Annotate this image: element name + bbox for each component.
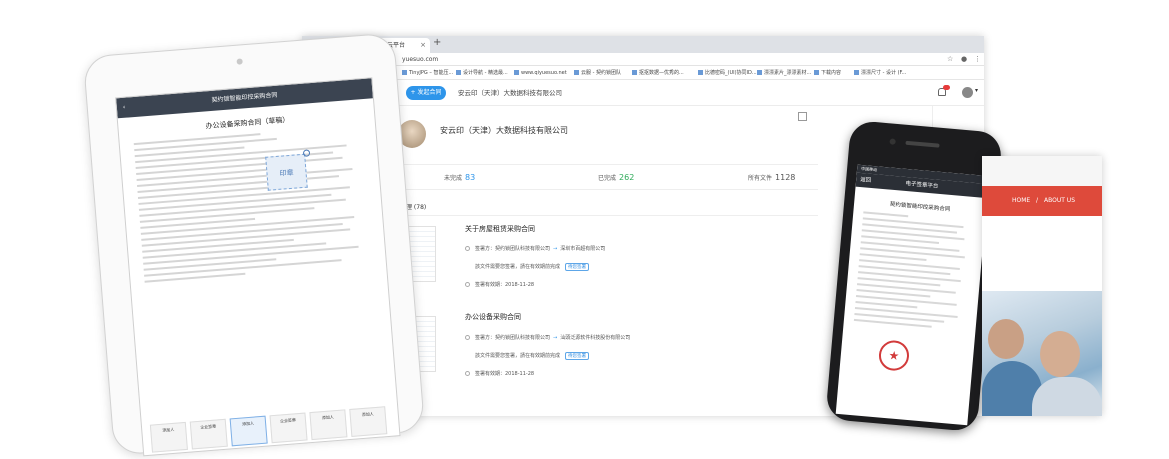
bookmark-item[interactable]: 漂漂尺寸 - 设计 (F... bbox=[854, 66, 906, 79]
notification-badge bbox=[943, 85, 950, 90]
signer-to: 深圳市百超有限公司 bbox=[560, 246, 606, 252]
status-row: 該文件需要您签署，請在有效期前完成 待您签署 bbox=[475, 263, 590, 271]
deadline-row: 签署有效期：2018-11-28 bbox=[465, 281, 534, 288]
chevron-down-icon[interactable]: ▾ bbox=[975, 87, 978, 94]
camera-icon bbox=[236, 58, 243, 65]
stat-value: 262 bbox=[619, 173, 635, 182]
arrow-right-icon: → bbox=[553, 246, 558, 252]
timeline-dot-icon bbox=[465, 335, 470, 340]
contract-document: 办公设备采购合同（草稿） 印章 bbox=[132, 109, 382, 396]
back-arrow-icon[interactable]: ‹ bbox=[122, 98, 126, 118]
status-text: 該文件需要您签署，請在有效期前完成 bbox=[475, 264, 561, 270]
stat-label: 已完成 bbox=[598, 175, 617, 182]
stat-all-files[interactable]: 所有文件 1128 bbox=[748, 165, 795, 192]
divider bbox=[398, 215, 818, 216]
company-seal-icon: ★ bbox=[877, 339, 911, 372]
stat-finished[interactable]: 已完成 262 bbox=[598, 165, 634, 192]
signer-from: 契约锁团队科技有限公司 bbox=[495, 335, 551, 341]
address-bar[interactable]: yuesuo.com ☆ ● ⋮ bbox=[302, 53, 984, 66]
phone-header-title: 电子签章平台 bbox=[905, 180, 939, 190]
signers-label: 签署方： bbox=[475, 246, 496, 252]
website-panel: HOME / ABOUT US bbox=[982, 156, 1102, 416]
deadline-text: 签署有效期：2018-11-28 bbox=[475, 371, 535, 377]
timeline-dot-icon bbox=[465, 246, 470, 251]
company-switcher[interactable]: 安云印（天津）大数据科技有限公司 bbox=[458, 80, 562, 106]
business-people-photo bbox=[982, 291, 1102, 416]
toolbar-item[interactable]: 添加人 bbox=[149, 421, 188, 453]
toolbar-item[interactable]: 添加人 bbox=[309, 409, 348, 441]
stat-value: 1128 bbox=[775, 173, 796, 182]
new-contract-button[interactable]: + 发起合同 bbox=[406, 86, 446, 100]
status-badge[interactable]: 待您签署 bbox=[565, 263, 590, 271]
stat-unfinished[interactable]: 未完成 83 bbox=[444, 165, 475, 192]
bookmark-item[interactable]: 抠抠数据—优秀的... bbox=[632, 66, 684, 79]
toolbar-item-active[interactable]: 添加人 bbox=[229, 415, 268, 447]
nav-separator: / bbox=[1036, 197, 1039, 204]
back-button[interactable]: 返回 bbox=[860, 173, 872, 188]
bookmark-item[interactable]: www.qiyuesuo.net bbox=[514, 66, 567, 79]
stats-bar: 未完成 83 已完成 262 所有文件 1128 bbox=[398, 164, 818, 190]
status-row: 該文件需要您签署，請在有效期前完成 待您签署 bbox=[475, 352, 590, 360]
nav-home-link[interactable]: HOME bbox=[1012, 186, 1030, 216]
deadline-row: 签署有效期：2018-11-28 bbox=[465, 370, 534, 377]
bookmarks-bar: TinyJPG – 智能压... 设计导航 - 精选最... www.qiyue… bbox=[302, 66, 984, 80]
deadline-text: 签署有效期：2018-11-28 bbox=[475, 282, 535, 288]
toolbar-item[interactable]: 企业签章 bbox=[269, 412, 308, 444]
arrow-right-icon: → bbox=[553, 335, 558, 341]
website-topbar bbox=[982, 156, 1102, 186]
signers-row: 签署方：契约锁团队科技有限公司 → 深圳市百超有限公司 bbox=[465, 245, 605, 252]
tab-strip: 契约锁电子合同云平台 × + bbox=[302, 36, 984, 53]
nav-about-link[interactable]: ABOUT US bbox=[1044, 186, 1075, 216]
camera-icon bbox=[889, 138, 896, 145]
signing-toolbar: 添加人 企业签章 添加人 企业签章 添加人 添加人 bbox=[149, 406, 397, 455]
bookmark-item[interactable]: TinyJPG – 智能压... bbox=[402, 66, 453, 79]
signers-row: 签署方：契约锁团队科技有限公司 → 汕頭泛源软件科技股份有限公司 bbox=[465, 334, 630, 341]
new-tab-icon[interactable]: + bbox=[433, 37, 441, 48]
stat-label: 所有文件 bbox=[748, 175, 773, 182]
url-text[interactable]: yuesuo.com bbox=[402, 53, 438, 66]
toolbar-item[interactable]: 添加人 bbox=[349, 406, 388, 437]
contract-title[interactable]: 办公设备采购合同 bbox=[465, 312, 521, 322]
menu-icon[interactable]: ⋮ bbox=[974, 53, 981, 66]
tablet-device: ‹ 契约锁智能印控采购合同 办公设备采购合同（草稿） 印章 添加人 企业签章 添… bbox=[82, 32, 426, 457]
bookmark-item[interactable]: 漂漂素片_漂漂素材... bbox=[757, 66, 811, 79]
signers-label: 签署方： bbox=[475, 335, 496, 341]
toolbar-item[interactable]: 企业签章 bbox=[189, 418, 228, 450]
profile-icon[interactable]: ● bbox=[961, 53, 967, 66]
stat-value: 83 bbox=[465, 173, 476, 182]
signer-to: 汕頭泛源软件科技股份有限公司 bbox=[560, 335, 631, 341]
stamp-placeholder[interactable]: 印章 bbox=[265, 153, 308, 191]
app-header: + 发起合同 安云印（天津）大数据科技有限公司 ▾ bbox=[302, 80, 984, 106]
timeline-dot-icon bbox=[465, 371, 470, 376]
close-tab-icon[interactable]: × bbox=[420, 38, 426, 53]
bookmark-item[interactable]: 下载内容 bbox=[814, 66, 841, 79]
phone-doc-body bbox=[844, 210, 985, 331]
star-icon[interactable]: ☆ bbox=[947, 53, 953, 66]
tablet-header-title[interactable]: 契约锁智能印控采购合同 bbox=[211, 92, 277, 104]
close-icon[interactable] bbox=[302, 149, 311, 157]
status-text: 該文件需要您签署，請在有效期前完成 bbox=[475, 353, 561, 359]
company-name: 安云印（天津）大数据科技有限公司 bbox=[440, 126, 568, 135]
website-body bbox=[982, 216, 1102, 296]
avatar[interactable] bbox=[962, 87, 973, 98]
tablet-screen: ‹ 契约锁智能印控采购合同 办公设备采购合同（草稿） 印章 添加人 企业签章 添… bbox=[115, 77, 401, 457]
timeline-dot-icon bbox=[465, 282, 470, 287]
speaker-grille bbox=[905, 140, 940, 148]
phone-device: 中国移动 返回 电子签章平台 契约锁智能印控采购合同 ★ bbox=[825, 119, 1003, 433]
phone-screen: 中国移动 返回 电子签章平台 契约锁智能印控采购合同 ★ bbox=[835, 164, 989, 426]
website-nav: HOME / ABOUT US bbox=[982, 186, 1102, 216]
bookmark-item[interactable]: 比德密码_(UI)协同ID... bbox=[698, 66, 757, 79]
signer-from: 契约锁团队科技有限公司 bbox=[495, 246, 551, 252]
status-badge[interactable]: 待您签署 bbox=[565, 352, 590, 360]
bookmark-item[interactable]: 云服 - 契约锁团队 bbox=[574, 66, 621, 79]
qr-code-icon[interactable] bbox=[798, 112, 807, 121]
bookmark-item[interactable]: 设计导航 - 精选最... bbox=[456, 66, 508, 79]
contract-title[interactable]: 关于房屋租赁采购合同 bbox=[465, 224, 535, 234]
stat-label: 未完成 bbox=[444, 175, 463, 182]
